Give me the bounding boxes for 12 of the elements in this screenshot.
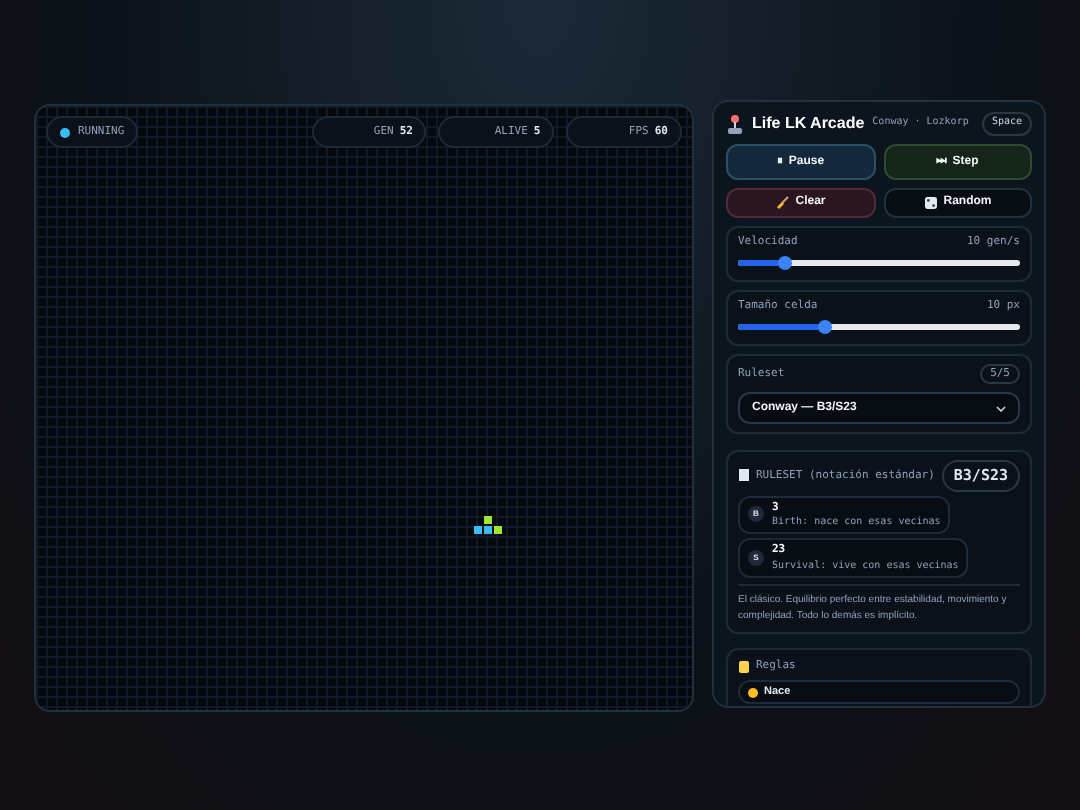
joystick-icon (726, 114, 744, 134)
scroll-icon (738, 659, 750, 673)
slider-thumb[interactable] (778, 256, 793, 271)
dice-icon (923, 196, 938, 210)
app-title: Life LK Arcade (752, 112, 865, 136)
memo-icon (738, 468, 750, 483)
glider-drawing (474, 516, 504, 536)
chevron-down-icon (996, 405, 1006, 412)
slider-thumb[interactable] (818, 320, 833, 335)
broom-icon (775, 196, 790, 210)
slider-track[interactable] (738, 324, 1020, 331)
slider-track[interactable] (738, 260, 1020, 267)
